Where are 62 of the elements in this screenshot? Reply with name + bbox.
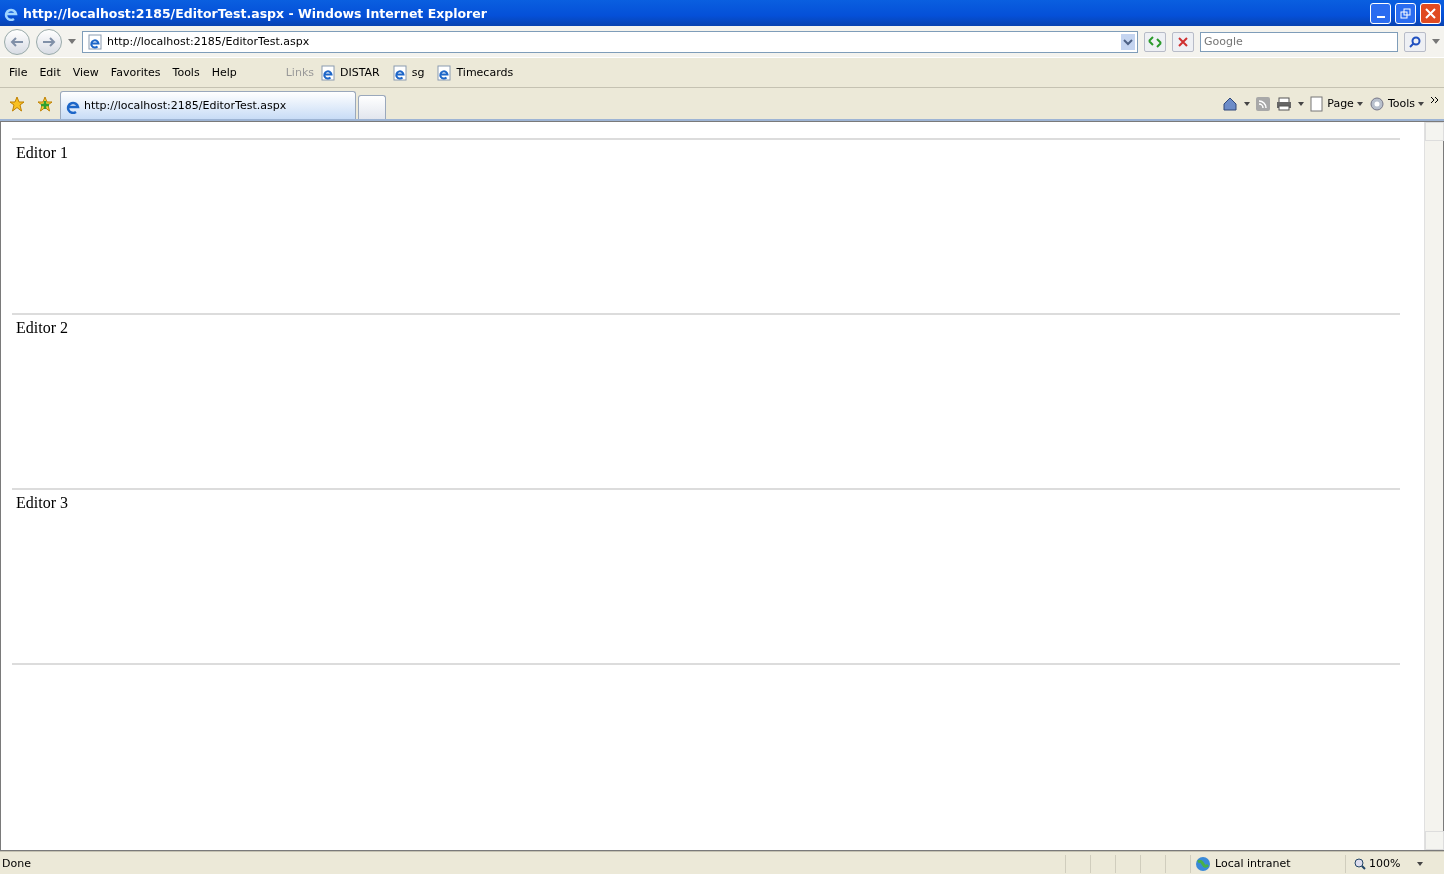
browser-tab[interactable]: http://localhost:2185/EditorTest.aspx bbox=[60, 91, 356, 119]
search-button[interactable] bbox=[1404, 31, 1426, 52]
new-tab-button[interactable] bbox=[358, 95, 386, 119]
link-item[interactable]: sg bbox=[391, 64, 425, 81]
tools-menu-button[interactable]: Tools bbox=[1368, 95, 1424, 112]
security-zone: Local intranet bbox=[1215, 857, 1291, 870]
dropdown-caret-icon[interactable] bbox=[68, 39, 76, 44]
dropdown-caret-icon[interactable] bbox=[1121, 33, 1135, 50]
restore-button[interactable] bbox=[1395, 2, 1416, 24]
menu-item[interactable]: Favorites bbox=[105, 66, 165, 79]
editor-label: Editor 2 bbox=[16, 319, 68, 336]
restore-icon bbox=[1400, 7, 1411, 19]
editor-label: Editor 1 bbox=[16, 144, 68, 161]
link-item[interactable]: DISTAR bbox=[320, 64, 380, 81]
globe-icon bbox=[1195, 855, 1211, 872]
back-arrow-icon bbox=[10, 35, 24, 48]
zoom-button[interactable]: 100% bbox=[1345, 854, 1444, 873]
star-icon[interactable] bbox=[9, 95, 25, 112]
menu-item[interactable]: Edit bbox=[34, 66, 65, 79]
gear-icon bbox=[1368, 95, 1385, 112]
home-icon[interactable] bbox=[1222, 95, 1239, 112]
dropdown-caret-icon[interactable] bbox=[1244, 101, 1251, 106]
menu-item[interactable]: Help bbox=[206, 66, 241, 79]
editor-label: Editor 3 bbox=[16, 494, 68, 511]
refresh-button[interactable] bbox=[1144, 31, 1166, 52]
refresh-arrows-icon bbox=[1148, 35, 1162, 48]
link-item[interactable]: Timecards bbox=[436, 64, 514, 81]
browser-page-icon bbox=[87, 33, 103, 50]
menu-item[interactable]: File bbox=[4, 66, 32, 79]
scrollbar[interactable] bbox=[1424, 122, 1443, 850]
minimize-button[interactable] bbox=[1370, 2, 1391, 24]
search-icon bbox=[1409, 35, 1421, 48]
dropdown-caret-icon bbox=[1418, 101, 1424, 106]
forward-button[interactable] bbox=[36, 28, 62, 55]
page-menu-button[interactable]: Page bbox=[1310, 95, 1363, 112]
chevron-icon[interactable] bbox=[1430, 95, 1440, 104]
minimize-icon bbox=[1376, 16, 1385, 18]
page-icon bbox=[391, 64, 408, 81]
dropdown-caret-icon bbox=[1417, 861, 1424, 866]
window-title: http://localhost:2185/EditorTest.aspx - Windows Internet Explorer bbox=[23, 5, 488, 21]
close-icon bbox=[1425, 7, 1436, 19]
stop-button[interactable] bbox=[1172, 31, 1194, 52]
menu-item[interactable]: View bbox=[67, 66, 103, 79]
address-field[interactable]: http://localhost:2185/EditorTest.aspx bbox=[82, 30, 1138, 53]
links-label: Links bbox=[285, 66, 314, 79]
search-field[interactable]: Google bbox=[1200, 31, 1398, 52]
feed-icon[interactable] bbox=[1256, 96, 1271, 111]
add-favorite-icon[interactable] bbox=[37, 95, 53, 112]
page-icon bbox=[1310, 95, 1325, 112]
magnifier-icon bbox=[1354, 857, 1366, 870]
close-icon bbox=[1178, 36, 1188, 47]
back-button[interactable] bbox=[4, 28, 30, 55]
page-icon bbox=[320, 64, 336, 81]
page-icon bbox=[436, 64, 453, 81]
dropdown-caret-icon[interactable] bbox=[1298, 101, 1305, 106]
printer-icon[interactable] bbox=[1276, 96, 1293, 111]
dropdown-caret-icon bbox=[1356, 101, 1363, 106]
close-button[interactable] bbox=[1420, 2, 1441, 24]
dropdown-caret-icon[interactable] bbox=[1432, 39, 1440, 44]
forward-arrow-icon bbox=[42, 35, 56, 48]
menu-item[interactable]: Tools bbox=[167, 66, 204, 79]
status-text: Done bbox=[2, 857, 31, 870]
